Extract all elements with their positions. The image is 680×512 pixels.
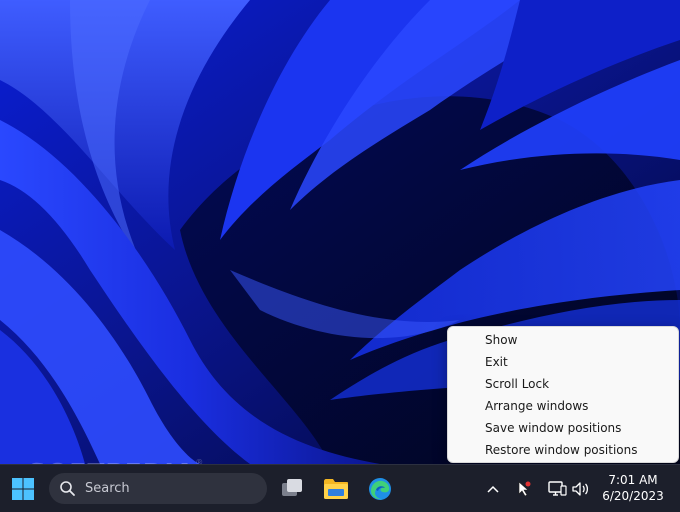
volume-icon [572,482,589,496]
chevron-up-icon [487,485,499,493]
menu-item-exit[interactable]: Exit [448,351,678,373]
system-tray: 7:01 AM 6/20/2023 [0,465,680,512]
clock-date: 6/20/2023 [602,489,664,503]
desktop[interactable]: SOFTPEDIA® Show Exit Scroll Lock Arrange… [0,0,680,512]
taskbar-clock[interactable]: 7:01 AM 6/20/2023 [598,472,668,504]
menu-item-show[interactable]: Show [448,329,678,351]
tray-app-button[interactable] [513,478,535,500]
menu-item-restore-window-positions[interactable]: Restore window positions [448,439,678,461]
menu-item-save-window-positions[interactable]: Save window positions [448,417,678,439]
show-hidden-icons-button[interactable] [482,478,504,500]
menu-item-arrange-windows[interactable]: Arrange windows [448,395,678,417]
taskbar: Search 7:01 AM 6/20/2023 [0,464,680,512]
network-button[interactable] [546,478,568,500]
menu-item-scroll-lock[interactable]: Scroll Lock [448,373,678,395]
tray-context-menu: Show Exit Scroll Lock Arrange windows Sa… [447,326,679,463]
cursor-app-icon [518,481,531,497]
clock-time: 7:01 AM [608,473,658,487]
volume-button[interactable] [570,478,592,500]
network-icon [548,481,567,496]
